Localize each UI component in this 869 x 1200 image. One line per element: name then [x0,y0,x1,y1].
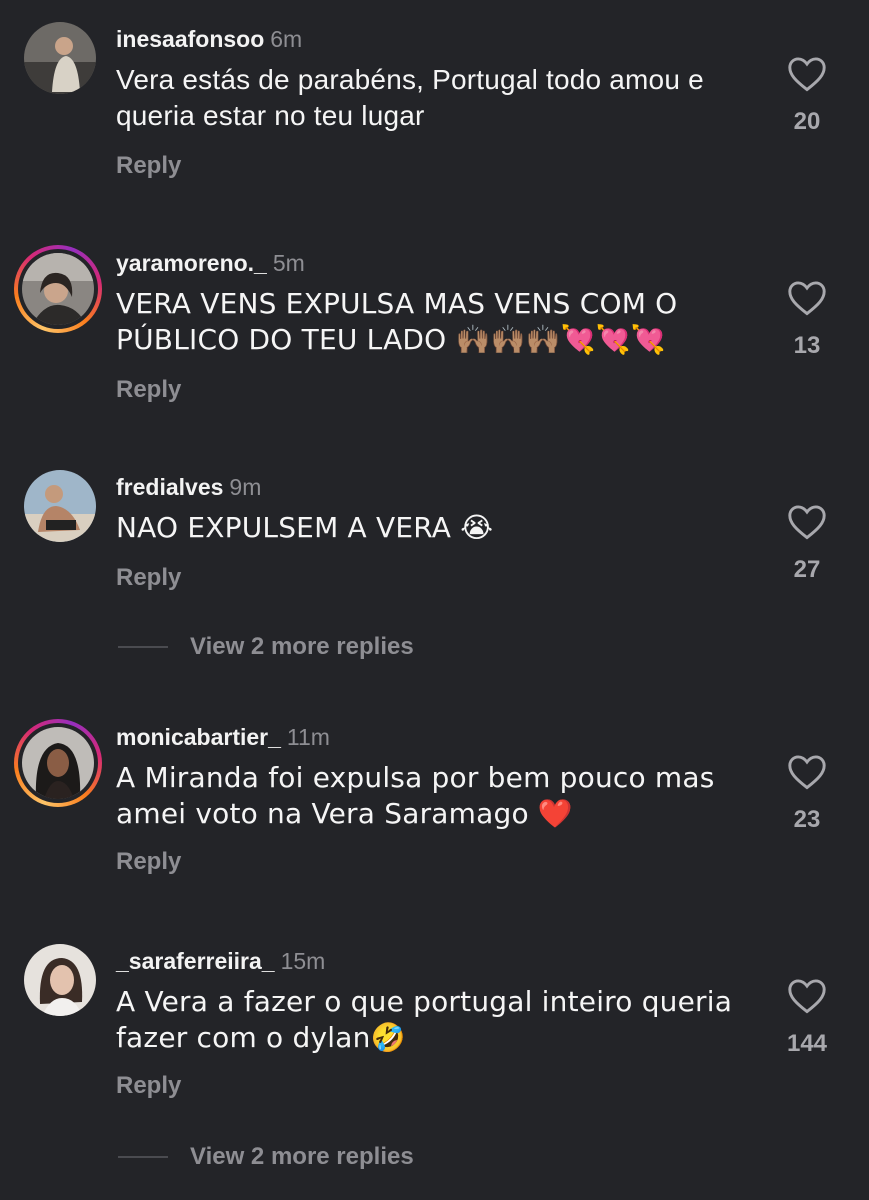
comment-meta: _saraferreiira_ 15m [116,946,325,976]
username[interactable]: fredialves [116,474,223,500]
like-count: 13 [793,332,821,359]
like-button[interactable]: 144 [770,978,844,1058]
comment-meta: fredialves 9m [116,472,261,502]
reply-button[interactable]: Reply [116,848,181,876]
like-count: 144 [786,1030,828,1057]
heart-outline-icon[interactable] [787,56,827,92]
like-button[interactable]: 20 [770,56,844,136]
timestamp: 15m [280,948,326,974]
avatar-image [24,22,96,94]
timestamp: 9m [229,474,262,500]
comment-text: A Vera a fazer o que portugal inteiro qu… [116,985,733,1054]
avatar[interactable] [24,22,96,94]
username[interactable]: monicabartier_ [116,724,281,750]
avatar-story-ring[interactable] [14,245,102,333]
username[interactable]: inesaafonsoo [116,26,264,52]
view-more-replies-label: View 2 more replies [190,1143,414,1170]
heart-outline-icon[interactable] [787,754,827,790]
username[interactable]: _saraferreiira_ [116,948,275,974]
timestamp: 5m [272,250,305,276]
comment-text: A Miranda foi expulsa por bem pouco mas … [116,761,715,830]
timestamp: 6m [270,26,303,52]
comment-text: VERA VENS EXPULSA MAS VENS COM O PÚBLICO… [116,287,678,356]
comment-meta: monicabartier_ 11m [116,722,330,752]
avatar-gap [18,723,98,803]
comment-text: Vera estás de parabéns, Portugal todo am… [116,64,704,131]
like-count: 27 [793,556,821,583]
avatar [22,727,94,799]
avatar-gap [18,249,98,329]
username[interactable]: yaramoreno._ [116,250,267,276]
view-more-replies-label: View 2 more replies [190,633,414,660]
timestamp: 11m [286,724,330,750]
like-count: 20 [793,108,821,135]
view-more-replies-button[interactable]: View 2 more replies [118,632,414,662]
heart-outline-icon[interactable] [787,280,827,316]
reply-button[interactable]: Reply [116,564,181,592]
heart-outline-icon[interactable] [787,978,827,1014]
reply-button[interactable]: Reply [116,1072,181,1100]
avatar-image [24,944,96,1016]
like-count: 23 [793,806,821,833]
reply-button[interactable]: Reply [116,376,181,404]
like-button[interactable]: 27 [770,504,844,584]
comment-meta: yaramoreno._ 5m [116,248,305,278]
divider [118,1156,168,1158]
divider [118,646,168,648]
reply-button[interactable]: Reply [116,152,181,180]
like-button[interactable]: 23 [770,754,844,834]
view-more-replies-button[interactable]: View 2 more replies [118,1142,414,1172]
avatar-image [24,470,96,542]
heart-outline-icon[interactable] [787,504,827,540]
avatar[interactable] [24,470,96,542]
comment-meta: inesaafonsoo 6m [116,24,302,54]
avatar [22,253,94,325]
avatar[interactable] [24,944,96,1016]
like-button[interactable]: 13 [770,280,844,360]
comment-text: NAO EXPULSEM A VERA 😭 [116,511,494,544]
avatar-story-ring[interactable] [14,719,102,807]
